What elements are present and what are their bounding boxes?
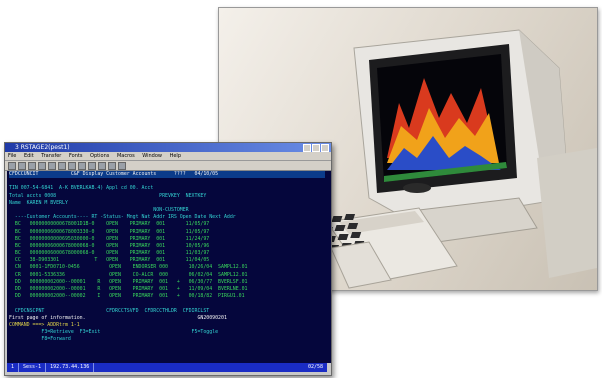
terminal-screen[interactable]: CFDCCUNCIT C&F Display Customer Accounts… xyxy=(7,171,331,363)
screen-line: First page of information. GN20090201 xyxy=(9,314,227,321)
screen-line xyxy=(9,178,329,185)
menu-help[interactable]: Help xyxy=(170,153,181,159)
screen-line: CFDCNSCPNT CFDRCCTSVFD CFDRCCTHLDR CFDIR… xyxy=(9,307,210,314)
toolbar-button-icon[interactable] xyxy=(88,161,96,170)
toolbar-button-icon[interactable] xyxy=(98,161,106,170)
status-indicator: 1 xyxy=(7,363,20,372)
screen-line: Name KAREN M BVERLY xyxy=(9,199,68,206)
menu-bar: File Edit Transfer Fonts Options Macros … xyxy=(5,152,331,161)
screen-line: BC 00000006000678000068-0 OPEN PRIMARY 0… xyxy=(9,242,210,249)
toolbar-button-icon[interactable] xyxy=(108,161,116,170)
screen-line: DD 000000002000--00001 R OPEN PRIMARY 00… xyxy=(9,278,248,285)
toolbar-button-icon[interactable] xyxy=(38,161,46,170)
window-title: 3 RSTAGE2(pest1) xyxy=(15,144,70,151)
toolbar-button-icon[interactable] xyxy=(58,161,66,170)
screen-line: NON-CUSTOMER xyxy=(9,206,189,213)
screen-line: CC 38-D903301 T OPEN PRIMARY 001 11/04/0… xyxy=(9,257,210,264)
host-address: 192.73.44.136 xyxy=(46,363,95,372)
screen-line: TIN 007-54-6841 A-K BVERLKAB.4) Appl cd … xyxy=(9,185,154,192)
screen-line: CR 0001-5336336 OPEN CO-ALCR 000 06/02/0… xyxy=(9,271,248,278)
screen-line: DD 000000002000--00002 I OPEN PRIMARY 00… xyxy=(9,293,245,300)
cursor-position: 02/58 xyxy=(307,364,323,370)
screen-line: F3=Retrieve F3=Exit F5=Toggle xyxy=(9,329,219,336)
toolbar-button-icon[interactable] xyxy=(118,161,126,170)
menu-edit[interactable]: Edit xyxy=(24,153,34,159)
toolbar-button-icon[interactable] xyxy=(8,161,16,170)
screen-line: BC 00000006000678003330-0 OPEN PRIMARY 0… xyxy=(9,228,210,235)
session-name: Sess-1 xyxy=(19,363,47,372)
screen-line: F8=Forward xyxy=(9,336,71,343)
menu-fonts[interactable]: Fonts xyxy=(69,153,83,159)
menu-file[interactable]: File xyxy=(8,153,16,159)
screen-line: COMMAND ===> ADDRtrm 1-1 xyxy=(9,321,80,328)
screen-line: ----Customer Accounts---- RT -Status- Mn… xyxy=(9,214,236,221)
screen-line: DD 000000002000--00001 R OPEN PRIMARY 00… xyxy=(9,286,248,293)
toolbar-button-icon[interactable] xyxy=(68,161,76,170)
menu-macros[interactable]: Macros xyxy=(117,153,135,159)
toolbar xyxy=(5,161,331,171)
screen-line: CN 0001-1FD0710-0456 OPEN ENDORSER 000 1… xyxy=(9,264,248,271)
menu-options[interactable]: Options xyxy=(90,153,109,159)
menu-window[interactable]: Window xyxy=(142,153,162,159)
minimize-icon[interactable] xyxy=(303,144,311,152)
screen-line xyxy=(9,300,329,307)
menu-transfer[interactable]: Transfer xyxy=(41,153,61,159)
screen-line: CFDCCUNCIT C&F Display Customer Accounts… xyxy=(9,171,325,179)
screen-line: Total accts 0008 PREVKEY NEXTKEY xyxy=(9,192,207,199)
toolbar-button-icon[interactable] xyxy=(48,161,56,170)
screen-line: BC 00000000000695030000-0 OPEN PRIMARY 0… xyxy=(9,235,210,242)
close-icon[interactable] xyxy=(321,144,329,152)
window-titlebar[interactable]: 3 RSTAGE2(pest1) xyxy=(5,143,331,152)
terminal-emulator-window[interactable]: 3 RSTAGE2(pest1) File Edit Transfer Font… xyxy=(4,142,332,376)
screen-line: BC 00000000000678001D1B-0 OPEN PRIMARY 0… xyxy=(9,221,210,228)
maximize-icon[interactable] xyxy=(312,144,320,152)
toolbar-button-icon[interactable] xyxy=(18,161,26,170)
status-bar: 1 Sess-1 192.73.44.136 02/58 xyxy=(7,363,327,372)
toolbar-button-icon[interactable] xyxy=(78,161,86,170)
screen-line: BC 00000006000678000068-0 OPEN PRIMARY 0… xyxy=(9,250,210,257)
toolbar-button-icon[interactable] xyxy=(28,161,36,170)
